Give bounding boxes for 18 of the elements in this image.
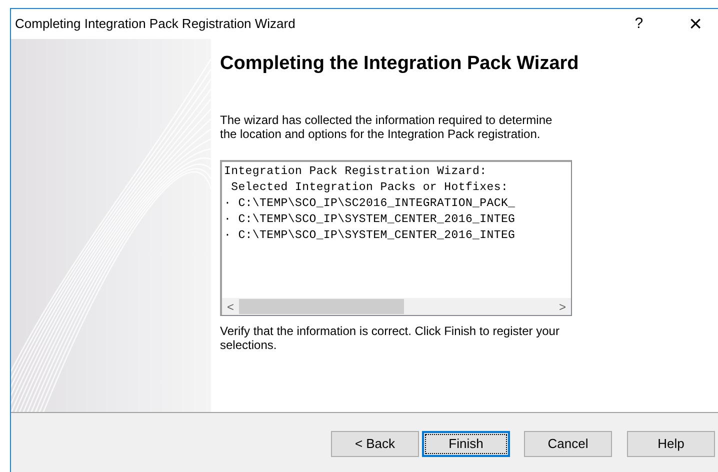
scroll-right-button[interactable]: > xyxy=(554,298,571,316)
summary-line: · C:\TEMP\SCO_IP\SC2016_INTEGRATION_PACK_ xyxy=(224,196,516,212)
summary-line: · C:\TEMP\SCO_IP\SYSTEM_CENTER_2016_INTEG xyxy=(224,212,516,228)
help-button[interactable]: ? xyxy=(634,12,644,36)
summary-line: · C:\TEMP\SCO_IP\SYSTEM_CENTER_2016_INTEG xyxy=(224,228,516,244)
dialog-button[interactable]: Cancel xyxy=(524,430,612,456)
dialog-button[interactable]: < Back xyxy=(331,430,419,456)
summary-line: Integration Pack Registration Wizard: xyxy=(224,164,488,180)
wizard-heading: Completing the Integration Pack Wizard xyxy=(220,53,580,74)
dialog-button[interactable]: Finish xyxy=(422,430,510,456)
outro-text: Verify that the information is correct. Click Finish to register your selections. xyxy=(220,324,560,352)
scroll-left-button[interactable]: < xyxy=(222,298,239,316)
close-button[interactable]: × xyxy=(689,13,702,35)
scrollbar-thumb[interactable] xyxy=(239,299,404,314)
dialog-button[interactable]: Help xyxy=(627,430,715,456)
summary-line: Selected Integration Packs or Hotfixes: xyxy=(230,180,510,196)
intro-text: The wizard has collected the information required to determine the location and options for the Integration Pack registration. xyxy=(220,113,554,141)
window-title: Completing Integration Pack Registration Wizard xyxy=(15,15,296,34)
